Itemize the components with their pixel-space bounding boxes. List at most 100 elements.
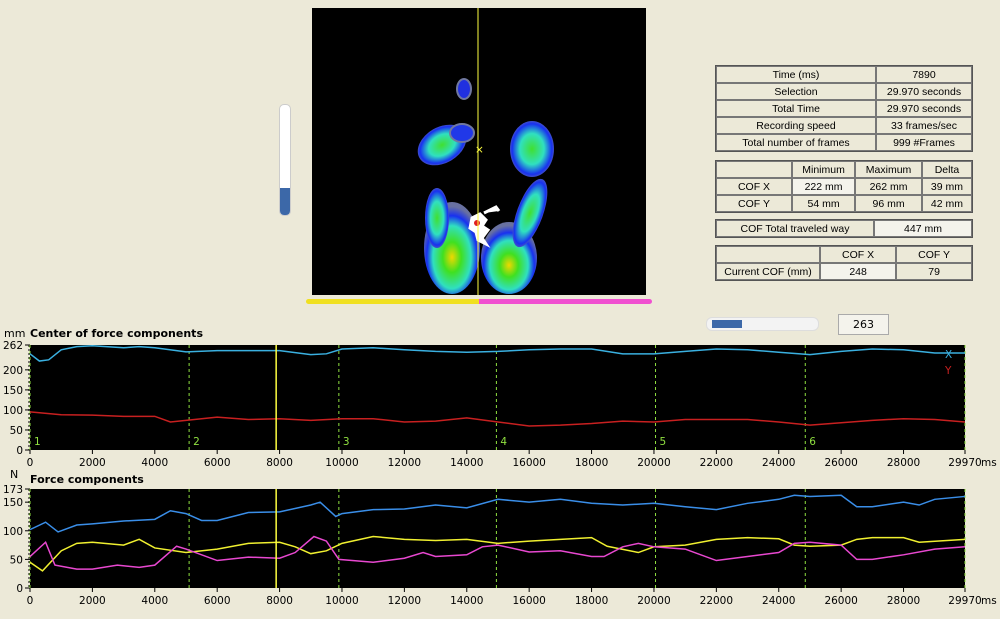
segment-label: 5: [660, 436, 667, 448]
y-tick-label: 100: [3, 405, 23, 417]
plot-area: [30, 489, 965, 588]
table-row: Current COF (mm) 248 79: [716, 263, 972, 280]
info-value: 999 #Frames: [876, 134, 972, 151]
x-tick-label: 29970: [948, 457, 981, 469]
y-tick-label: 173: [3, 484, 23, 496]
y-tick-label: 200: [3, 365, 23, 377]
x-tick-label: 20000: [637, 595, 670, 607]
y-tick-label: 150: [3, 385, 23, 397]
info-label: Selection: [716, 83, 876, 100]
y-tick-label: 50: [10, 425, 23, 437]
x-tick-label: 20000: [637, 457, 670, 469]
table-row: COF Y 54 mm 96 mm 42 mm: [716, 195, 972, 212]
playback-slider-fill: [712, 320, 742, 328]
vertical-slider[interactable]: [279, 104, 291, 216]
table-row: Total Time 29.970 seconds: [716, 100, 972, 117]
header-minimum: Minimum: [792, 161, 856, 178]
current-cof-x: 248: [820, 263, 897, 280]
segment-label: 2: [193, 436, 200, 448]
x-unit-label: ms: [981, 595, 997, 607]
y-tick-label: 100: [3, 526, 23, 538]
table-row: COF Total traveled way 447 mm: [716, 220, 972, 237]
x-tick-label: 12000: [388, 595, 421, 607]
y-tick-label: 262: [3, 340, 23, 352]
left-toe: [449, 123, 475, 143]
table-row: Selection 29.970 seconds: [716, 83, 972, 100]
table-row: Time (ms) 7890: [716, 66, 972, 83]
info-label: Total number of frames: [716, 134, 876, 151]
x-tick-label: 6000: [204, 595, 231, 607]
info-label: Recording speed: [716, 117, 876, 134]
info-value: 29.970 seconds: [876, 100, 972, 117]
legend-Y: Y: [944, 365, 952, 377]
x-tick-label: 14000: [450, 595, 483, 607]
cof-range-table: Minimum Maximum Delta COF X 222 mm 262 m…: [715, 160, 973, 213]
vertical-slider-fill: [280, 187, 290, 215]
x-tick-label: 22000: [700, 457, 733, 469]
segment-label: 3: [343, 436, 350, 448]
header-delta: Delta: [921, 161, 972, 178]
x-tick-label: 0: [27, 595, 34, 607]
x-tick-label: 28000: [887, 595, 920, 607]
cof-chart[interactable]: 0501001502002620 2000 4000 6000 8000 10000 120…: [0, 338, 1000, 470]
info-label: Total Time: [716, 100, 876, 117]
header-maximum: Maximum: [855, 161, 922, 178]
traveled-value: 447 mm: [874, 220, 972, 237]
current-cof-table: COF X COF Y Current COF (mm) 248 79: [715, 245, 973, 281]
x-unit-label: ms: [981, 457, 997, 469]
info-label: Time (ms): [716, 66, 876, 83]
x-tick-label: 2000: [79, 457, 106, 469]
y-tick-label: 0: [16, 445, 23, 457]
left-midfoot: [425, 188, 449, 248]
x-tick-label: 26000: [824, 595, 857, 607]
table-row: Total number of frames 999 #Frames: [716, 134, 972, 151]
x-tick-label: 16000: [512, 595, 545, 607]
x-tick-label: 6000: [204, 457, 231, 469]
current-cof-point: [474, 220, 480, 226]
x-tick-label: 12000: [388, 457, 421, 469]
pressure-map-view[interactable]: ×: [312, 8, 646, 295]
y-tick-label: 150: [3, 497, 23, 509]
table-header-row: Minimum Maximum Delta: [716, 161, 972, 178]
left-right-balance-bar: [306, 299, 652, 304]
current-cof-y: 79: [896, 263, 972, 280]
legend-X: X: [945, 349, 952, 361]
segment-label: 6: [809, 436, 816, 448]
pressure-map: ×: [417, 8, 554, 295]
x-tick-label: 26000: [824, 457, 857, 469]
info-value: 29.970 seconds: [876, 83, 972, 100]
frame-value-field[interactable]: 263: [838, 314, 889, 335]
x-tick-label: 4000: [141, 457, 168, 469]
table-row: COF X 222 mm 262 mm 39 mm: [716, 178, 972, 195]
x-tick-label: 24000: [762, 595, 795, 607]
x-tick-label: 0: [27, 457, 34, 469]
toe-blob: [456, 78, 472, 100]
x-tick-label: 10000: [325, 595, 358, 607]
plot-area: [30, 345, 965, 450]
segment-label: 4: [500, 436, 507, 448]
traveled-label: COF Total traveled way: [716, 220, 874, 237]
x-tick-label: 14000: [450, 457, 483, 469]
x-tick-label: 8000: [266, 457, 293, 469]
x-tick-label: 22000: [700, 595, 733, 607]
x-tick-label: 16000: [512, 457, 545, 469]
force-chart[interactable]: 0 50 100 150173 0 2000 4000 6000 8000 10000 12000 1…: [0, 484, 1000, 619]
x-tick-label: 2000: [79, 595, 106, 607]
table-header-row: COF X COF Y: [716, 246, 972, 263]
x-tick-label: 10000: [325, 457, 358, 469]
traveled-way-table: COF Total traveled way 447 mm: [715, 219, 973, 238]
playback-slider[interactable]: [706, 317, 819, 331]
x-tick-label: 18000: [575, 457, 608, 469]
time-info-table: Time (ms) 7890 Selection 29.970 seconds Tota…: [715, 65, 973, 152]
center-mark-icon: ×: [475, 144, 484, 156]
info-value: 7890: [876, 66, 972, 83]
segment-label: 1: [34, 436, 41, 448]
right-forefoot: [510, 121, 554, 177]
x-tick-label: 18000: [575, 595, 608, 607]
y-tick-label: 0: [16, 583, 23, 595]
x-tick-label: 4000: [141, 595, 168, 607]
x-tick-label: 8000: [266, 595, 293, 607]
x-tick-label: 24000: [762, 457, 795, 469]
table-row: Recording speed 33 frames/sec: [716, 117, 972, 134]
chart2-unit: N: [10, 468, 19, 481]
